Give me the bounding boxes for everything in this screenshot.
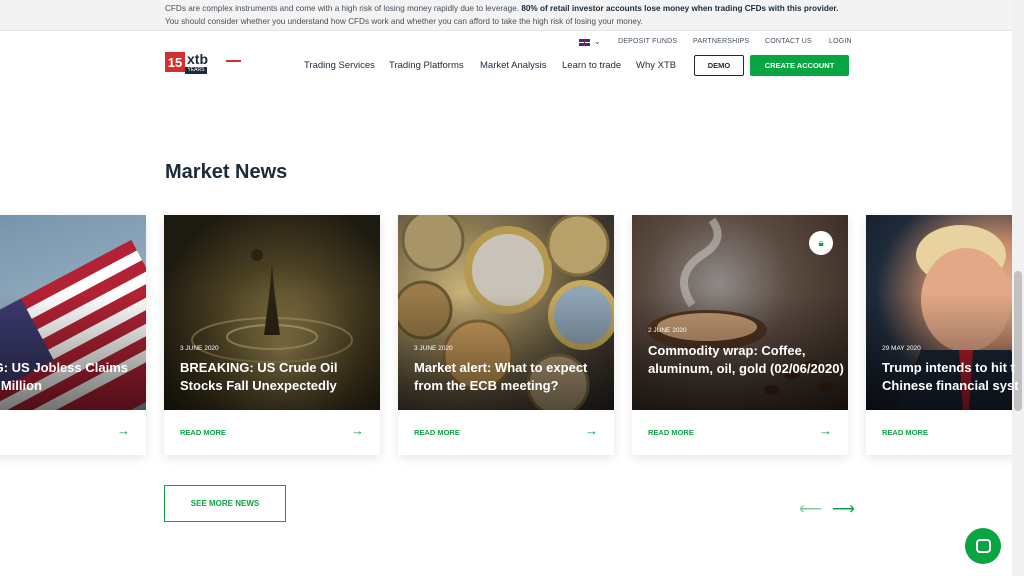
news-card-date: 2 JUNE 2020 (648, 327, 687, 334)
news-card[interactable]: 3 JUNE 2020 BREAKING: US Crude Oil Stock… (164, 215, 380, 455)
carousel-next-arrow-icon[interactable]: ⟶ (832, 499, 855, 519)
login-link[interactable]: LOGIN (829, 38, 852, 45)
news-card[interactable]: IG: US Jobless Claims 0 Million → (0, 215, 146, 455)
create-account-button[interactable]: CREATE ACCOUNT (750, 55, 849, 76)
scrollbar[interactable] (1012, 0, 1024, 576)
news-card-date: 3 JUNE 2020 (180, 345, 219, 352)
risk-warning-text: CFDs are complex instruments and come wi… (165, 4, 522, 13)
nav-trading-services[interactable]: Trading Services (304, 60, 375, 71)
chat-button[interactable] (965, 528, 1001, 564)
nav-trading-platforms[interactable]: Trading Platforms (389, 60, 464, 71)
uk-flag-icon (579, 38, 590, 46)
risk-warning-bold: 80% of retail investor accounts lose mon… (521, 4, 839, 13)
contact-us-link[interactable]: CONTACT US (765, 38, 812, 45)
arrow-right-icon[interactable]: → (351, 423, 364, 438)
xtb-logo[interactable]: 15 xtb YEARS (165, 52, 245, 76)
nav-why-xtb[interactable]: Why XTB (636, 60, 676, 71)
read-more-link[interactable]: READ MORE (414, 428, 460, 437)
risk-warning-line-2: You should consider whether you understa… (165, 17, 643, 26)
news-card-title: Market alert: What to expect from the EC… (414, 360, 588, 393)
page: CFDs are complex instruments and come wi… (0, 0, 1024, 576)
section-title: Market News (165, 161, 288, 183)
logo-brand: xtb (187, 51, 208, 67)
news-card-date: 3 JUNE 2020 (414, 345, 453, 352)
logo-years: YEARS (185, 67, 207, 74)
read-more-link[interactable]: READ MORE (648, 428, 694, 437)
news-card-title: BREAKING: US Crude Oil Stocks Fall Unexp… (180, 360, 338, 393)
deposit-funds-link[interactable]: DEPOSIT FUNDS (618, 38, 677, 45)
news-card-title: Commodity wrap: Coffee, aluminum, oil, g… (648, 343, 844, 376)
arrow-right-icon[interactable]: → (819, 423, 832, 438)
news-card-title: IG: US Jobless Claims 0 Million (0, 360, 128, 393)
arrow-right-icon[interactable]: → (585, 423, 598, 438)
risk-warning-line-1: CFDs are complex instruments and come wi… (165, 4, 838, 13)
arrow-right-icon[interactable]: → (117, 423, 130, 438)
risk-warning-banner: CFDs are complex instruments and come wi… (0, 0, 1012, 31)
read-more-link[interactable]: READ MORE (180, 428, 226, 437)
demo-button[interactable]: DEMO (694, 55, 744, 76)
news-card[interactable]: 29 MAY 2020 Trump intends to hit t Chine… (866, 215, 1024, 455)
news-card-title: Trump intends to hit t Chinese financial… (882, 360, 1019, 393)
chevron-down-icon: ⌄ (594, 37, 601, 46)
partnerships-link[interactable]: PARTNERSHIPS (693, 38, 749, 45)
lock-icon: 🔒︎ (809, 231, 833, 255)
news-card[interactable]: 🔒︎ 2 JUNE 2020 Commodity wrap: Coffee, a… (632, 215, 848, 455)
news-card-date: 29 MAY 2020 (882, 345, 921, 352)
nav-learn-to-trade[interactable]: Learn to trade (562, 60, 621, 71)
carousel-prev-arrow-icon[interactable]: ⟵ (799, 499, 822, 519)
chat-bubble-icon (975, 539, 991, 553)
read-more-link[interactable]: READ MORE (882, 428, 928, 437)
news-card[interactable]: 3 JUNE 2020 Market alert: What to expect… (398, 215, 614, 455)
logo-number: 15 (165, 52, 185, 72)
language-selector[interactable]: ⌄ (579, 38, 601, 46)
logo-accent (226, 60, 241, 62)
nav-market-analysis[interactable]: Market Analysis (480, 60, 547, 71)
see-more-news-button[interactable]: SEE MORE NEWS (164, 485, 286, 522)
